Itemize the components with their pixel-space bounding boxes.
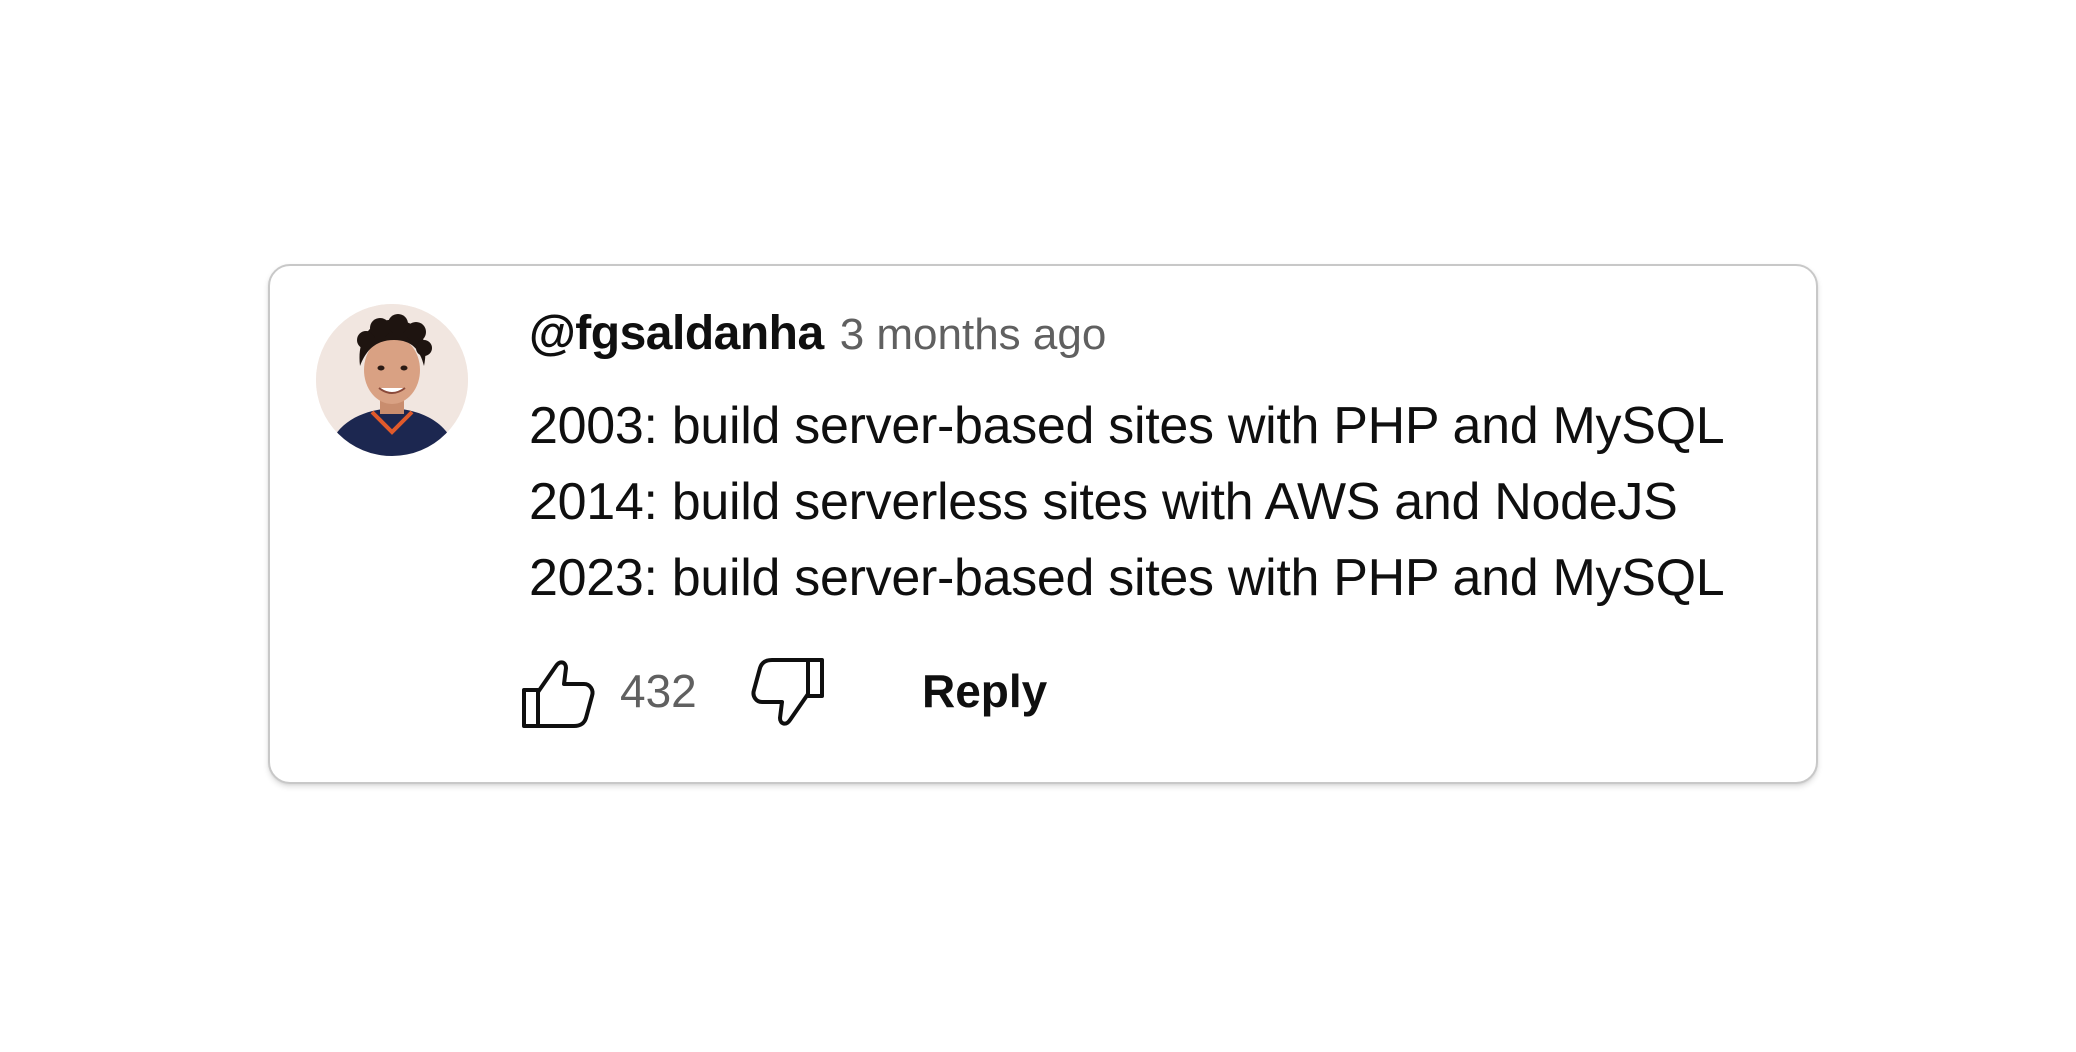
comment-header: @fgsaldanha 3 months ago <box>529 306 1106 366</box>
reply-button[interactable]: Reply <box>922 664 1047 718</box>
thumbs-up-icon <box>520 660 596 734</box>
like-count: 432 <box>620 665 697 717</box>
comment-body: 2003: build server-based sites with PHP … <box>529 388 1799 616</box>
dislike-button[interactable] <box>750 656 826 730</box>
comment-line: 2003: build server-based sites with PHP … <box>529 397 1725 455</box>
thumbs-down-icon <box>750 658 826 734</box>
comment-line: 2023: build server-based sites with PHP … <box>529 549 1725 607</box>
author-name[interactable]: @fgsaldanha <box>529 306 824 361</box>
comment-line: 2014: build serverless sites with AWS an… <box>529 473 1678 531</box>
like-button[interactable] <box>520 656 596 730</box>
comment-timestamp[interactable]: 3 months ago <box>840 310 1107 360</box>
avatar[interactable] <box>316 304 468 456</box>
